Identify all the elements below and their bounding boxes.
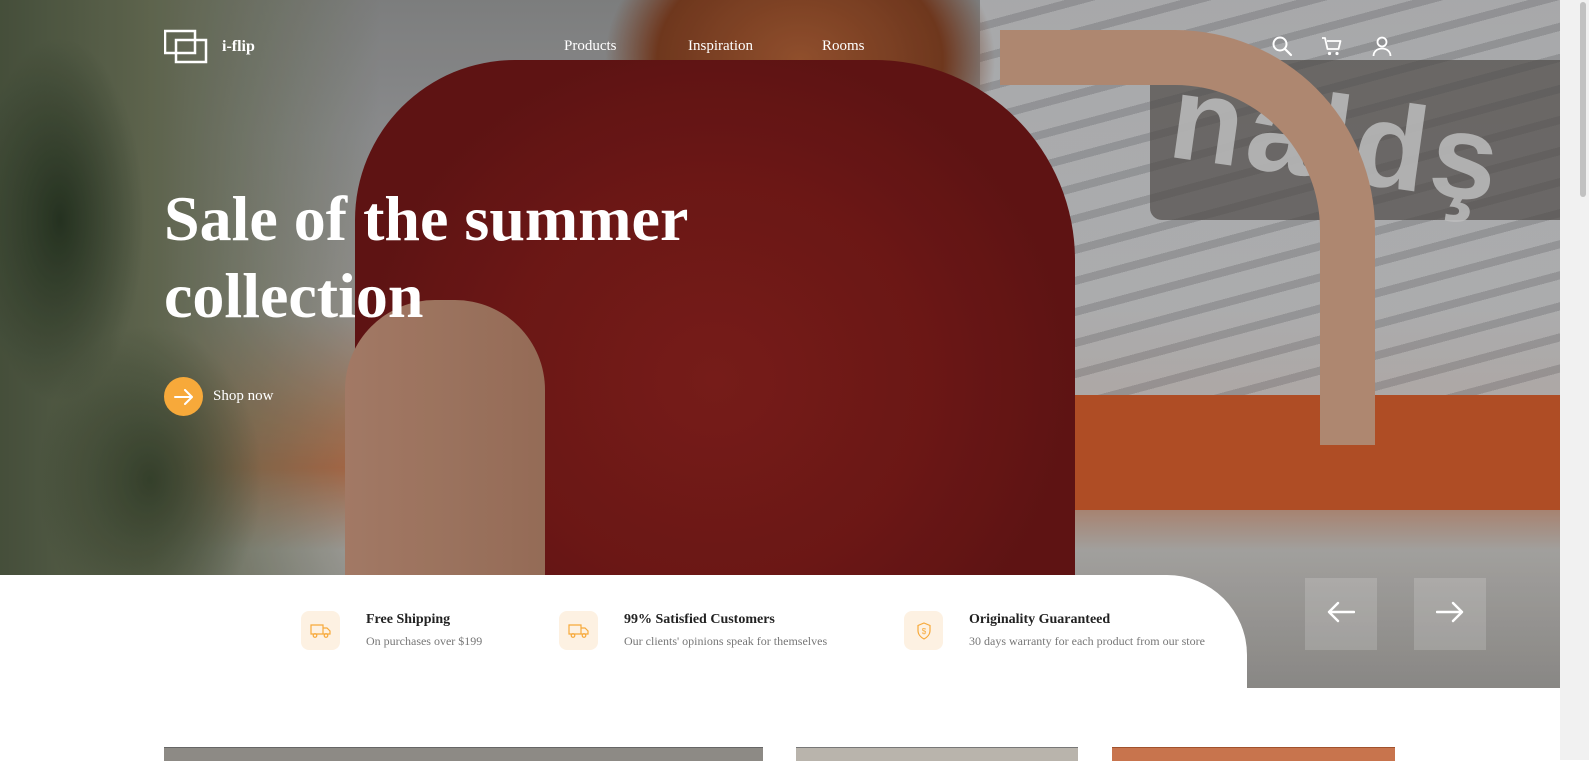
scrollbar-thumb[interactable] xyxy=(1580,2,1586,197)
feature-satisfied-customers: 99% Satisfied Customers Our clients' opi… xyxy=(559,611,827,650)
feature-title: Originality Guaranteed xyxy=(969,612,1111,627)
header-actions xyxy=(1271,35,1393,57)
feature-subtitle: Our clients' opinions speak for themselv… xyxy=(624,634,828,648)
slider-next-button[interactable] xyxy=(1414,578,1486,650)
feature-subtitle: 30 days warranty for each product from o… xyxy=(969,634,1205,648)
product-card-image[interactable] xyxy=(1112,747,1395,761)
feature-free-shipping: Free Shipping On purchases over $199 xyxy=(301,611,482,650)
feature-title: 99% Satisfied Customers xyxy=(624,612,775,627)
arrow-right-icon xyxy=(164,377,203,416)
svg-text:$: $ xyxy=(921,627,926,636)
nav-item-rooms[interactable]: Rooms xyxy=(822,38,865,55)
product-card-image[interactable] xyxy=(164,747,763,761)
site-header: i-flip Products Inspiration Rooms xyxy=(0,0,1589,95)
arrow-right-icon xyxy=(1435,601,1464,628)
truck-icon xyxy=(301,611,340,650)
page-scrollbar[interactable] xyxy=(1560,0,1589,760)
shield-dollar-icon: $ xyxy=(904,611,943,650)
arrow-left-icon xyxy=(1327,601,1356,628)
hero-headline: Sale of the summer collection xyxy=(164,183,688,331)
product-card-image[interactable] xyxy=(796,747,1078,761)
brand-name: i-flip xyxy=(222,38,255,55)
nav-item-inspiration[interactable]: Inspiration xyxy=(688,38,753,55)
user-icon[interactable] xyxy=(1371,35,1393,57)
feature-originality: $ Originality Guaranteed 30 days warrant… xyxy=(904,611,1205,650)
truck-icon xyxy=(559,611,598,650)
logo[interactable]: i-flip xyxy=(163,29,255,65)
logo-icon xyxy=(163,29,208,65)
feature-subtitle: On purchases over $199 xyxy=(366,634,483,648)
feature-title: Free Shipping xyxy=(366,612,451,627)
slider-prev-button[interactable] xyxy=(1305,578,1377,650)
nav-item-products[interactable]: Products xyxy=(564,38,617,55)
features-strip: Free Shipping On purchases over $199 99%… xyxy=(0,575,1247,688)
search-icon[interactable] xyxy=(1271,35,1293,57)
cart-icon[interactable] xyxy=(1321,35,1343,57)
shop-now-label: Shop now xyxy=(213,388,274,404)
shop-now-button[interactable]: Shop now xyxy=(164,377,273,416)
